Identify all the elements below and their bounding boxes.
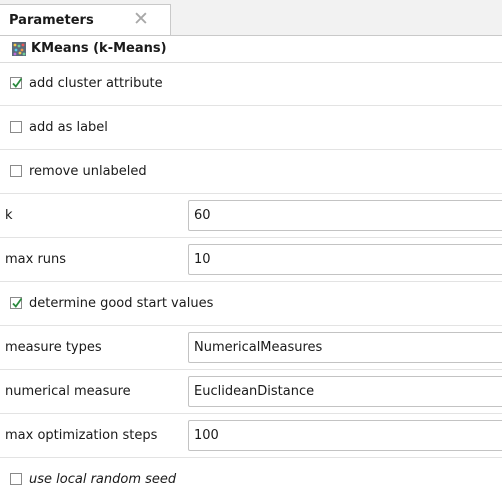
param-row-numerical-measure: numerical measure EuclideanDistance (0, 370, 502, 414)
kmeans-operator-icon (12, 42, 26, 56)
k-input[interactable]: 60 (188, 200, 502, 231)
determine-good-start-values-label: determine good start values (29, 296, 214, 311)
tab-title: Parameters (9, 13, 94, 28)
numerical-measure-value: EuclideanDistance (194, 384, 315, 399)
checkmark-icon (12, 77, 23, 88)
param-row-add-cluster-attribute: add cluster attribute (0, 62, 502, 106)
measure-types-value: NumericalMeasures (194, 340, 323, 355)
add-cluster-attribute-label: add cluster attribute (29, 76, 163, 91)
numerical-measure-select[interactable]: EuclideanDistance (188, 376, 502, 407)
close-icon[interactable]: ✕ (133, 10, 149, 29)
determine-good-start-values-checkbox[interactable] (10, 297, 23, 309)
max-runs-label: max runs (5, 252, 67, 267)
k-label: k (5, 208, 13, 223)
tab-parameters[interactable]: Parameters ✕ (0, 4, 171, 35)
panel-tab-bar: Parameters ✕ (0, 0, 502, 36)
max-runs-input[interactable]: 10 (188, 244, 502, 275)
operator-header: KMeans (k-Means) (0, 36, 502, 63)
param-row-add-as-label: add as label (0, 106, 502, 150)
k-value: 60 (194, 208, 211, 223)
max-optimization-steps-value: 100 (194, 428, 219, 443)
remove-unlabeled-checkbox[interactable] (10, 165, 22, 177)
measure-types-label: measure types (5, 340, 102, 355)
use-local-random-seed-checkbox[interactable] (10, 473, 22, 485)
measure-types-select[interactable]: NumericalMeasures (188, 332, 502, 363)
param-row-max-optimization-steps: max optimization steps 100 (0, 414, 502, 458)
param-row-measure-types: measure types NumericalMeasures (0, 326, 502, 370)
param-row-max-runs: max runs 10 (0, 238, 502, 282)
max-runs-value: 10 (194, 252, 211, 267)
max-optimization-steps-label: max optimization steps (5, 428, 158, 443)
numerical-measure-label: numerical measure (5, 384, 131, 399)
operator-title: KMeans (k-Means) (31, 41, 167, 56)
param-row-determine-good-start-values: determine good start values (0, 282, 502, 326)
add-as-label-checkbox[interactable] (10, 121, 22, 133)
max-optimization-steps-input[interactable]: 100 (188, 420, 502, 451)
remove-unlabeled-label: remove unlabeled (29, 164, 147, 179)
add-as-label-label: add as label (29, 120, 108, 135)
checkmark-icon (12, 297, 23, 308)
param-row-remove-unlabeled: remove unlabeled (0, 150, 502, 194)
use-local-random-seed-label: use local random seed (29, 472, 177, 487)
param-row-use-local-random-seed: use local random seed (0, 458, 502, 499)
param-row-k: k 60 (0, 194, 502, 238)
add-cluster-attribute-checkbox[interactable] (10, 77, 23, 89)
